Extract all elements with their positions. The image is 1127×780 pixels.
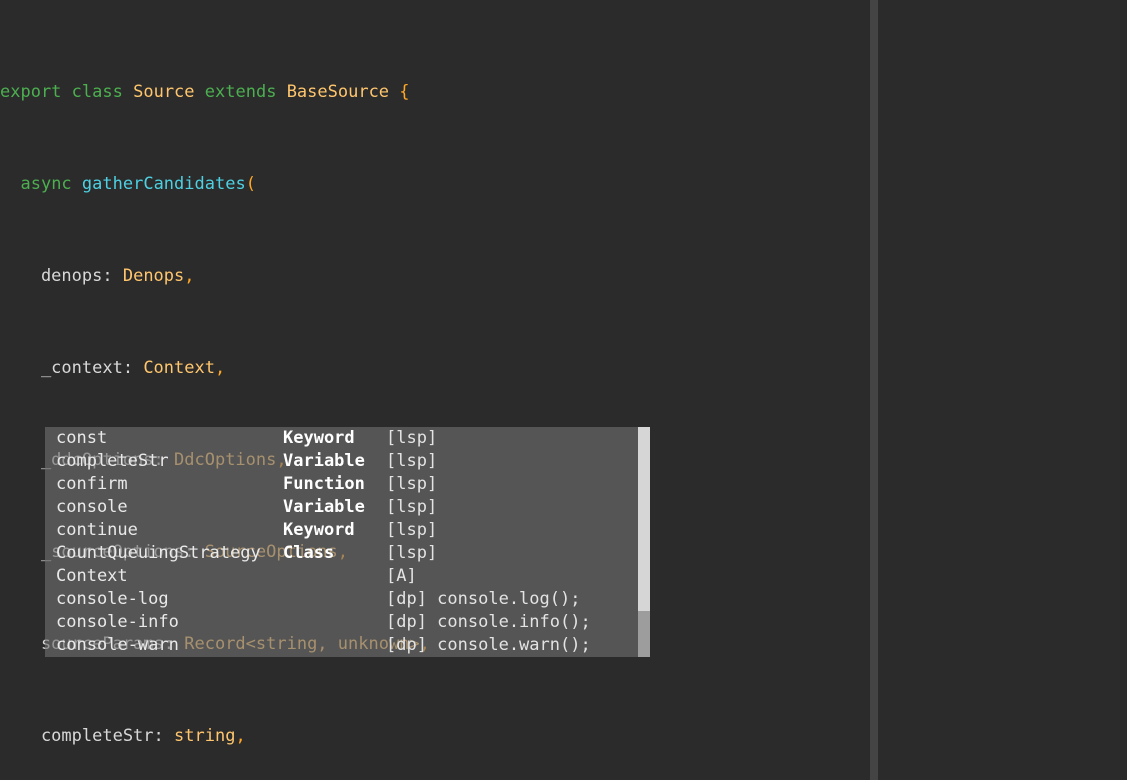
completion-popup[interactable]: const Keyword [lsp] completeStr Variable [lsp…: [45, 427, 650, 657]
code-line: completeStr: string,: [0, 726, 246, 746]
completion-item-word: confirm: [56, 474, 128, 494]
completion-item-word: console-log: [56, 589, 169, 609]
completion-item[interactable]: console-log [dp] console.log();: [45, 588, 650, 611]
code-buffer[interactable]: export class Source extends BaseSource {…: [0, 12, 870, 780]
completion-item-menu: [dp] console.log();: [386, 589, 581, 609]
completion-item[interactable]: continue Keyword [lsp]: [45, 519, 650, 542]
completion-item-menu: [lsp]: [386, 543, 438, 563]
completion-item[interactable]: confirm Function [lsp]: [45, 473, 650, 496]
code-line: denops: Denops,: [0, 266, 195, 286]
completion-item[interactable]: console Variable [lsp]: [45, 496, 650, 519]
completion-item-menu: [lsp]: [386, 451, 438, 471]
completion-item[interactable]: completeStr Variable [lsp]: [45, 450, 650, 473]
code-line: export class Source extends BaseSource {: [0, 82, 410, 102]
completion-popup-scrollbar-thumb[interactable]: [638, 427, 650, 611]
completion-item-kind: Keyword: [283, 520, 355, 540]
completion-item-word: CountQueuingStrategy: [56, 543, 261, 563]
completion-item[interactable]: Context [A]: [45, 565, 650, 588]
completion-item-kind: Keyword: [283, 428, 355, 448]
completion-item-word: console-warn: [56, 635, 179, 655]
completion-item-word: console-info: [56, 612, 179, 632]
completion-item-kind: Function: [283, 474, 365, 494]
completion-popup-rows[interactable]: const Keyword [lsp] completeStr Variable [lsp…: [45, 427, 650, 657]
completion-item-word: continue: [56, 520, 138, 540]
completion-item-word: Context: [56, 566, 128, 586]
editor-pane-left[interactable]: export class Source extends BaseSource {…: [0, 0, 870, 780]
completion-item-menu: [lsp]: [386, 497, 438, 517]
editor-window: export class Source extends BaseSource {…: [0, 0, 1127, 780]
completion-item[interactable]: console-warn [dp] console.warn();: [45, 634, 650, 657]
completion-item-word: completeStr: [56, 451, 169, 471]
completion-item-word: console: [56, 497, 128, 517]
completion-item-menu: [lsp]: [386, 520, 438, 540]
completion-item[interactable]: CountQueuingStrategy Class [lsp]: [45, 542, 650, 565]
completion-item-kind: Variable: [283, 451, 365, 471]
editor-pane-right[interactable]: [878, 0, 1127, 780]
completion-item-kind: Class: [283, 543, 335, 563]
completion-item-menu: [A]: [386, 566, 417, 586]
completion-item[interactable]: const Keyword [lsp]: [45, 427, 650, 450]
completion-item-menu: [dp] console.info();: [386, 612, 591, 632]
completion-item-kind: Variable: [283, 497, 365, 517]
completion-item-menu: [lsp]: [386, 474, 438, 494]
completion-item[interactable]: console-info [dp] console.info();: [45, 611, 650, 634]
completion-item-word: const: [56, 428, 108, 448]
completion-item-menu: [dp] console.warn();: [386, 635, 591, 655]
code-line: async gatherCandidates(: [20, 174, 256, 194]
window-split-divider[interactable]: [870, 0, 878, 780]
completion-popup-scrollbar[interactable]: [638, 427, 650, 657]
code-line: _context: Context,: [0, 358, 226, 378]
completion-item-menu: [lsp]: [386, 428, 438, 448]
